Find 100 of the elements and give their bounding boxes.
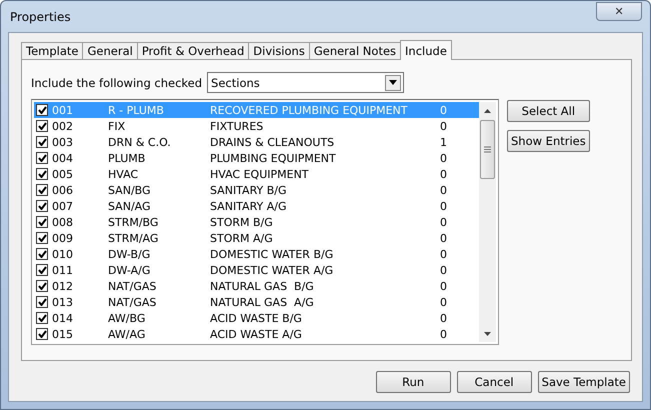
code-cell-text: 002 [52, 120, 74, 132]
abbr-cell-text: AW/BG [108, 312, 146, 324]
count-cell-text: 0 [440, 104, 448, 116]
list-row[interactable]: 007 SAN/AG SANITARY A/G 0 [34, 198, 479, 214]
code-cell-text: 005 [52, 168, 74, 180]
tab[interactable]: Include [400, 40, 452, 60]
code-cell-text: 004 [52, 152, 74, 164]
code-cell-text: 009 [52, 232, 74, 244]
count-cell-text: 0 [440, 264, 448, 276]
abbr-cell-text: HVAC [108, 168, 140, 180]
count-cell-text: 0 [440, 168, 448, 180]
count-cell-text: 0 [440, 248, 448, 260]
checkbox[interactable] [36, 296, 48, 308]
checkbox[interactable] [36, 264, 48, 276]
abbr-cell-text: SAN/AG [108, 200, 152, 212]
checkbox[interactable] [36, 152, 48, 164]
list-row[interactable]: 010 DW-B/G DOMESTIC WATER B/G 0 [34, 246, 479, 262]
checkbox[interactable] [36, 184, 48, 196]
code-cell-text: 014 [52, 312, 74, 324]
abbr-cell-text: DRN & C.O. [108, 136, 172, 148]
footer-button[interactable]: Save Template [538, 371, 630, 393]
side-button[interactable]: Show Entries [507, 130, 590, 152]
abbr-cell-text: STRM/AG [108, 232, 160, 244]
abbr-cell-text: R - PLUMB [108, 104, 165, 116]
count-cell-text: 0 [440, 152, 448, 164]
list-row[interactable]: 009 STRM/AG STORM A/G 0 [34, 230, 479, 246]
abbr-cell-text: DW-B/G [108, 248, 152, 260]
side-button[interactable]: Select All [507, 100, 590, 122]
list-row[interactable]: 011 DW-A/G DOMESTIC WATER A/G 0 [34, 262, 479, 278]
checkbox[interactable] [36, 280, 48, 292]
list-row[interactable]: 005 HVAC HVAC EQUIPMENT 0 [34, 166, 479, 182]
scrollbar[interactable] [479, 102, 496, 342]
abbr-cell-text: PLUMB [108, 152, 146, 164]
abbr-cell-text: NAT/GAS [108, 296, 158, 308]
name-cell-text: ACID WASTE B/G [210, 312, 303, 324]
close-button[interactable]: ✕ [596, 2, 642, 21]
name-cell-text: NATURAL GAS B/G [210, 280, 315, 292]
count-cell-text: 0 [440, 120, 448, 132]
count-cell-text: 0 [440, 328, 448, 340]
name-cell-text: DOMESTIC WATER A/G [210, 264, 334, 276]
scroll-up-icon[interactable] [484, 108, 491, 112]
count-cell-text: 0 [440, 184, 448, 196]
window-title: Properties [10, 10, 71, 24]
checkbox[interactable] [36, 168, 48, 180]
name-cell-text: DRAINS & CLEANOUTS [210, 136, 336, 148]
count-cell-text: 1 [440, 136, 448, 148]
list-row[interactable]: 015 AW/AG ACID WASTE A/G 0 [34, 326, 479, 342]
abbr-cell-text: STRM/BG [108, 216, 160, 228]
name-cell-text: FIXTURES [210, 120, 264, 132]
list-row[interactable]: 013 NAT/GAS NATURAL GAS A/G 0 [34, 294, 479, 310]
list-row[interactable]: 004 PLUMB PLUMBING EQUIPMENT 0 [34, 150, 479, 166]
count-cell-text: 0 [440, 296, 448, 308]
code-cell-text: 012 [52, 280, 74, 292]
abbr-cell-text: DW-A/G [108, 264, 152, 276]
name-cell-text: HVAC EQUIPMENT [210, 168, 310, 180]
list-row[interactable]: 012 NAT/GAS NATURAL GAS B/G 0 [34, 278, 479, 294]
list-row[interactable]: 014 AW/BG ACID WASTE B/G 0 [34, 310, 479, 326]
grip-icon[interactable] [484, 146, 491, 153]
abbr-cell-text: AW/AG [108, 328, 146, 340]
name-cell-text: SANITARY B/G [210, 184, 288, 196]
include-dropdown[interactable]: Sections [207, 72, 404, 93]
count-cell-text: 0 [440, 232, 448, 244]
footer-button[interactable]: Run [376, 371, 451, 393]
code-cell-text: 007 [52, 200, 74, 212]
footer-button[interactable]: Cancel [456, 371, 532, 393]
count-cell-text: 0 [440, 280, 448, 292]
name-cell-text: SANITARY A/G [210, 200, 288, 212]
checkbox[interactable] [36, 120, 48, 132]
name-cell-text: STORM B/G [210, 216, 274, 228]
list-row[interactable]: 008 STRM/BG STORM B/G 0 [34, 214, 479, 230]
checkbox[interactable] [36, 312, 48, 324]
include-label: Include the following checked [31, 76, 202, 90]
count-cell-text: 0 [440, 200, 448, 212]
code-cell-text: 001 [52, 104, 74, 116]
list-row[interactable]: 003 DRN & C.O. DRAINS & CLEANOUTS 1 [34, 134, 479, 150]
checkbox[interactable] [36, 104, 48, 116]
name-cell-text: STORM A/G [210, 232, 274, 244]
tab[interactable]: Template [21, 42, 84, 60]
list-row[interactable]: 006 SAN/BG SANITARY B/G 0 [34, 182, 479, 198]
name-cell-text: PLUMBING EQUIPMENT [210, 152, 337, 164]
checkbox[interactable] [36, 328, 48, 340]
count-cell-text: 0 [440, 312, 448, 324]
code-cell-text: 011 [52, 264, 74, 276]
name-cell-text: NATURAL GAS A/G [210, 296, 315, 308]
dropdown-arrow-icon [389, 80, 398, 85]
name-cell-text: DOMESTIC WATER B/G [210, 248, 334, 260]
abbr-cell-text: FIX [108, 120, 126, 132]
checkbox[interactable] [36, 248, 48, 260]
checkbox[interactable] [36, 232, 48, 244]
count-cell-text: 0 [440, 216, 448, 228]
list-row[interactable]: 002 FIX FIXTURES 0 [34, 118, 479, 134]
code-cell-text: 003 [52, 136, 74, 148]
code-cell-text: 013 [52, 296, 74, 308]
checkbox[interactable] [36, 136, 48, 148]
name-cell-text: RECOVERED PLUMBING EQUIPMENT [210, 104, 408, 116]
code-cell-text: 015 [52, 328, 74, 340]
abbr-cell-text: SAN/BG [108, 184, 152, 196]
checkbox[interactable] [36, 216, 48, 228]
scroll-down-icon[interactable] [484, 332, 491, 336]
checkbox[interactable] [36, 200, 48, 212]
